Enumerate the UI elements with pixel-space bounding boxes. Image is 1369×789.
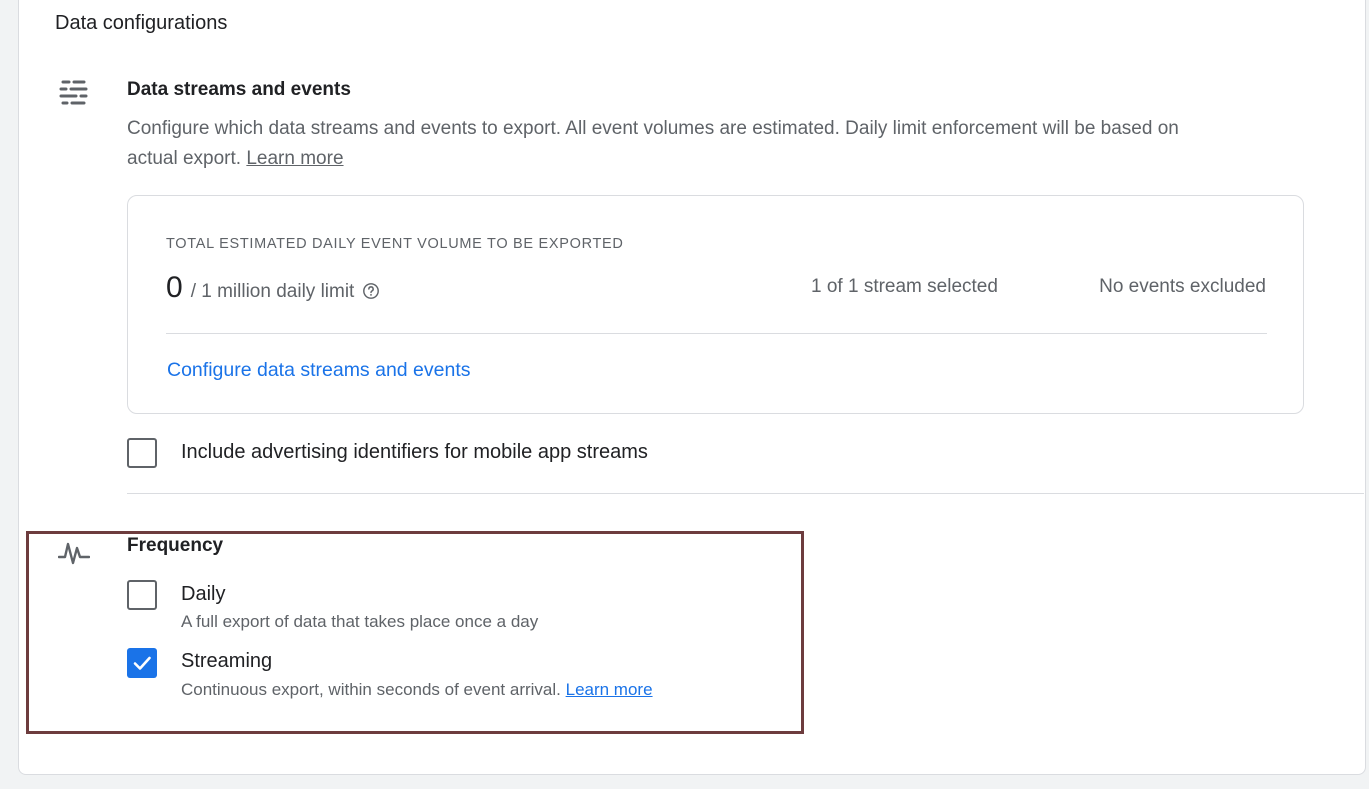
configure-streams-link[interactable]: Configure data streams and events — [167, 359, 471, 382]
section-divider — [127, 493, 1364, 494]
help-circle-icon[interactable] — [362, 282, 380, 300]
advertising-identifiers-label[interactable]: Include advertising identifiers for mobi… — [181, 441, 648, 464]
streams-description: Configure which data streams and events … — [127, 114, 1197, 174]
daily-checkbox[interactable] — [127, 580, 157, 610]
volume-heading: TOTAL ESTIMATED DAILY EVENT VOLUME TO BE… — [166, 236, 624, 252]
advertising-identifiers-checkbox[interactable] — [127, 438, 157, 468]
streams-title: Data streams and events — [127, 79, 351, 100]
streaming-checkbox[interactable] — [127, 648, 157, 678]
streaming-description-text: Continuous export, within seconds of eve… — [181, 680, 561, 699]
daily-label[interactable]: Daily — [181, 583, 225, 606]
daily-description: A full export of data that takes place o… — [181, 612, 539, 631]
section-title: Data configurations — [55, 12, 228, 34]
volume-value: 0 — [166, 271, 183, 304]
panel-divider — [166, 333, 1267, 334]
events-excluded-status: No events excluded — [1099, 276, 1266, 297]
streaming-description: Continuous export, within seconds of eve… — [181, 680, 653, 700]
streams-lines-icon — [59, 80, 88, 105]
pulse-icon — [58, 542, 90, 565]
checkmark-icon — [133, 656, 151, 670]
volume-row: 0 / 1 million daily limit — [166, 271, 380, 305]
streams-selected-count: 1 of 1 stream selected — [811, 276, 998, 297]
frequency-highlight-box — [26, 531, 804, 734]
streaming-label[interactable]: Streaming — [181, 650, 272, 673]
volume-limit: / 1 million daily limit — [190, 281, 355, 302]
streaming-learn-more-link[interactable]: Learn more — [566, 680, 653, 699]
event-volume-panel: TOTAL ESTIMATED DAILY EVENT VOLUME TO BE… — [127, 195, 1304, 414]
learn-more-link[interactable]: Learn more — [246, 148, 343, 169]
frequency-title: Frequency — [127, 535, 224, 556]
